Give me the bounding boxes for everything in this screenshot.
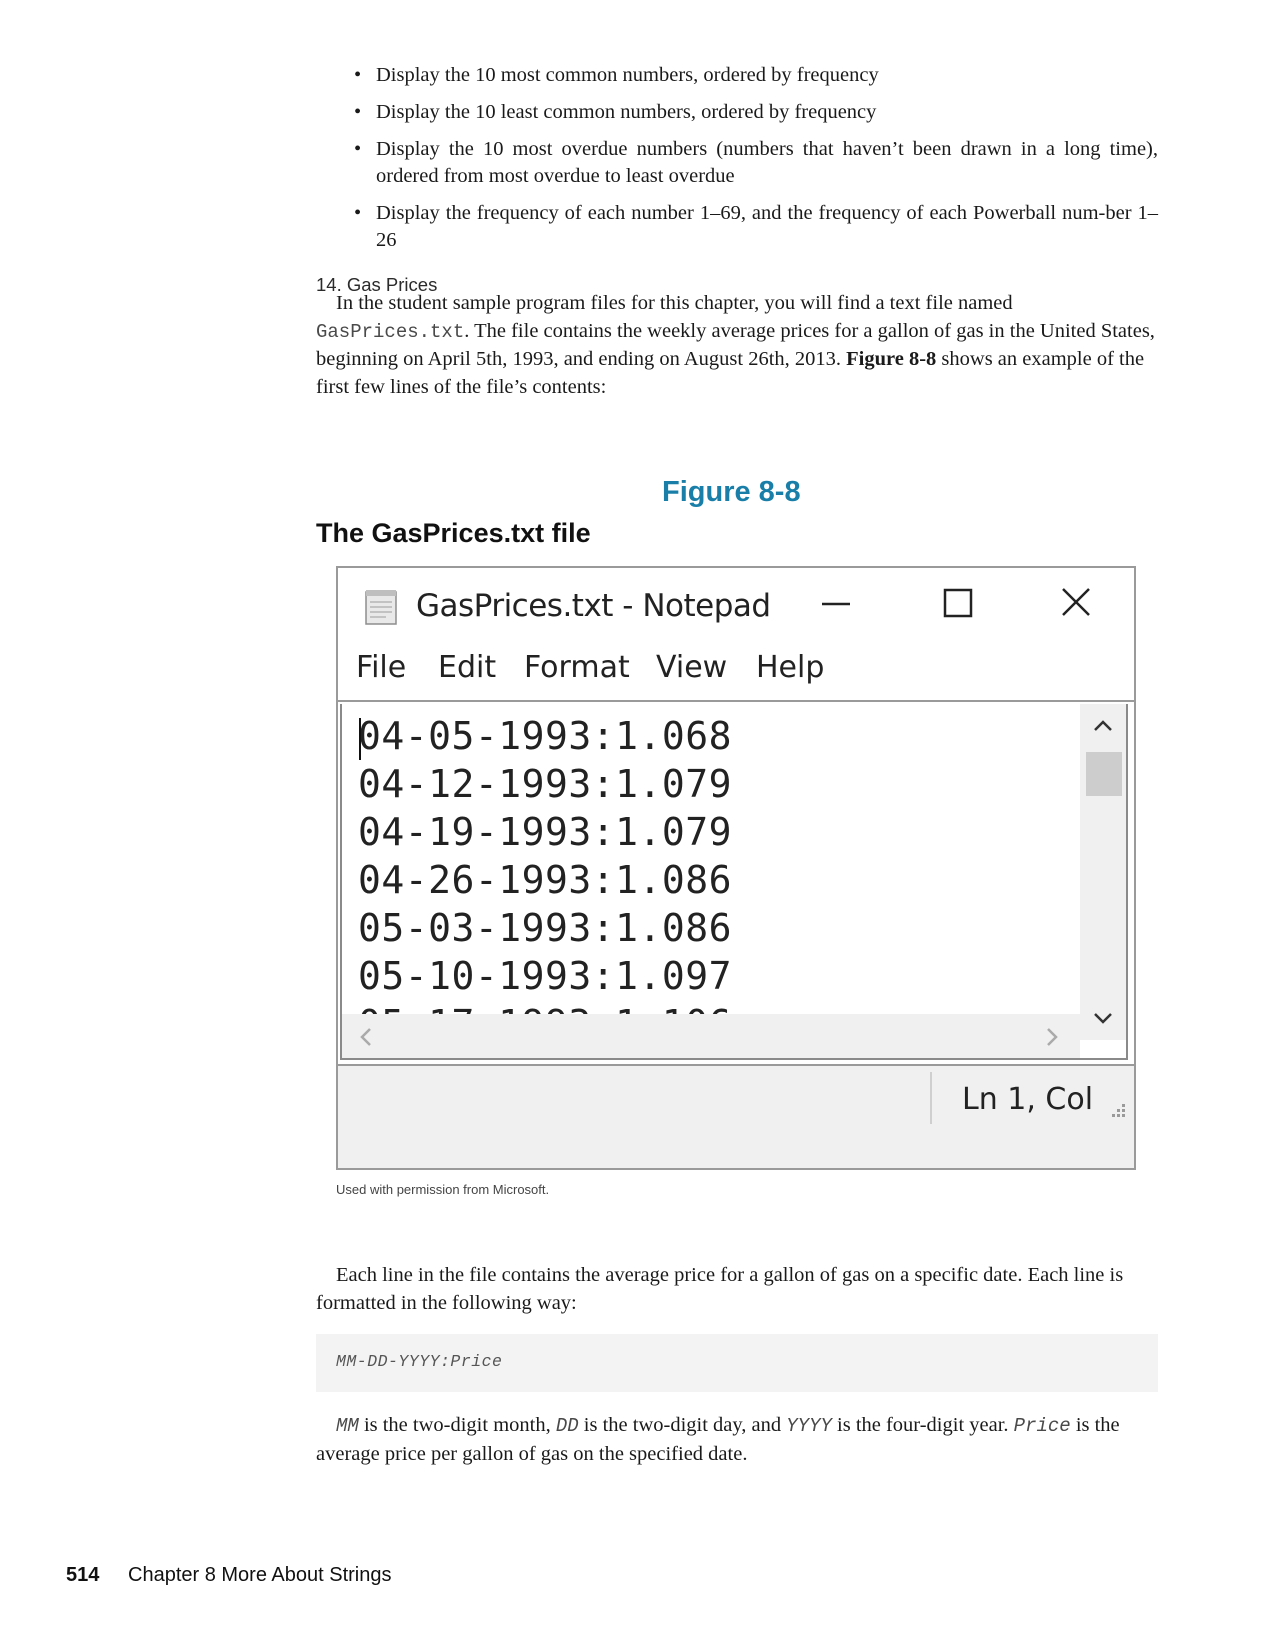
format-paragraph: Each line in the file contains the avera…	[316, 1264, 1124, 1314]
file-line: 04-19-1993:1.079	[358, 810, 733, 854]
resize-grip-icon[interactable]	[1104, 1098, 1128, 1122]
vertical-scrollbar[interactable]	[1080, 704, 1126, 1042]
bullet-text: Display the 10 most common numbers, orde…	[376, 64, 879, 86]
menu-file[interactable]: File	[356, 650, 406, 685]
chapter-title: Chapter 8 More About Strings	[128, 1564, 392, 1586]
code-yyyy: YYYY	[786, 1415, 832, 1437]
scroll-down-icon[interactable]	[1090, 1008, 1116, 1028]
file-line: 04-05-1993:1.068	[358, 714, 733, 758]
bullet-item: • Display the 10 most common numbers, ord…	[354, 64, 879, 86]
maximize-icon[interactable]	[932, 580, 984, 626]
minimize-icon[interactable]	[810, 580, 862, 626]
figure-caption: The GasPrices.txt file	[316, 518, 591, 548]
window-title: GasPrices.txt - Notepad	[416, 588, 771, 624]
menu-view[interactable]: View	[656, 650, 727, 685]
text-editor[interactable]: 04-05-1993:1.068 04-12-1993:1.079 04-19-…	[340, 704, 1128, 1060]
code-mm: MM	[336, 1415, 359, 1437]
code-price: Price	[1013, 1415, 1071, 1437]
file-line: 04-26-1993:1.086	[358, 858, 733, 902]
exercise-intro: In the student sample program files for …	[316, 292, 1155, 398]
status-bar: Ln 1, Col	[338, 1064, 1134, 1168]
cursor-position: Ln 1, Col	[962, 1082, 1094, 1117]
horizontal-scrollbar[interactable]	[342, 1014, 1084, 1058]
scroll-up-icon[interactable]	[1090, 716, 1116, 736]
file-line: 04-12-1993:1.079	[358, 762, 733, 806]
format-code: MM-DD-YYYY:Price	[336, 1352, 503, 1371]
format-code-block: MM-DD-YYYY:Price	[316, 1334, 1158, 1392]
bullet-item: • Display the frequency of each number 1–…	[354, 202, 1158, 251]
menu-format[interactable]: Format	[524, 650, 630, 685]
menu-edit[interactable]: Edit	[438, 650, 496, 685]
code-dd: DD	[555, 1415, 579, 1437]
menu-help[interactable]: Help	[756, 650, 824, 685]
notepad-window: GasPrices.txt - Notepad File Edit Format…	[336, 566, 1136, 1170]
figure-reference: Figure 8-8	[846, 348, 937, 370]
image-credit: Used with permission from Microsoft.	[336, 1182, 550, 1197]
filename-code: GasPrices.txt	[316, 320, 465, 343]
title-bar: GasPrices.txt - Notepad	[338, 568, 1134, 634]
file-lines: 04-05-1993:1.068 04-12-1993:1.079 04-19-…	[358, 712, 732, 1048]
page-number: 514	[66, 1564, 100, 1586]
file-line: 05-03-1993:1.086	[358, 906, 733, 950]
bullet-text: Display the 10 least common numbers, ord…	[376, 101, 877, 123]
bullet-item: • Display the 10 least common numbers, or…	[354, 101, 877, 123]
scroll-corner	[1080, 1040, 1126, 1058]
bullet-text: Display the frequency of each number 1–6…	[376, 202, 1158, 251]
status-divider	[930, 1072, 932, 1124]
bullet-list: • Display the 10 most common numbers, ord…	[346, 62, 1158, 264]
figure-label: Figure 8-8	[662, 476, 801, 508]
close-icon[interactable]	[1050, 580, 1102, 626]
scroll-right-icon[interactable]	[1042, 1024, 1062, 1050]
text-caret	[359, 718, 361, 760]
bullet-text: Display the 10 most overdue numbers (num…	[376, 138, 1158, 187]
menu-bar: File Edit Format View Help	[338, 638, 1134, 702]
vertical-scroll-thumb[interactable]	[1086, 752, 1122, 796]
notepad-icon	[365, 590, 397, 625]
file-line: 05-10-1993:1.097	[358, 954, 733, 998]
bullet-item: • Display the 10 most overdue numbers (nu…	[354, 138, 1158, 187]
scroll-left-icon[interactable]	[356, 1024, 376, 1050]
format-explanation: MM is the two-digit month, DD is the two…	[316, 1414, 1120, 1465]
